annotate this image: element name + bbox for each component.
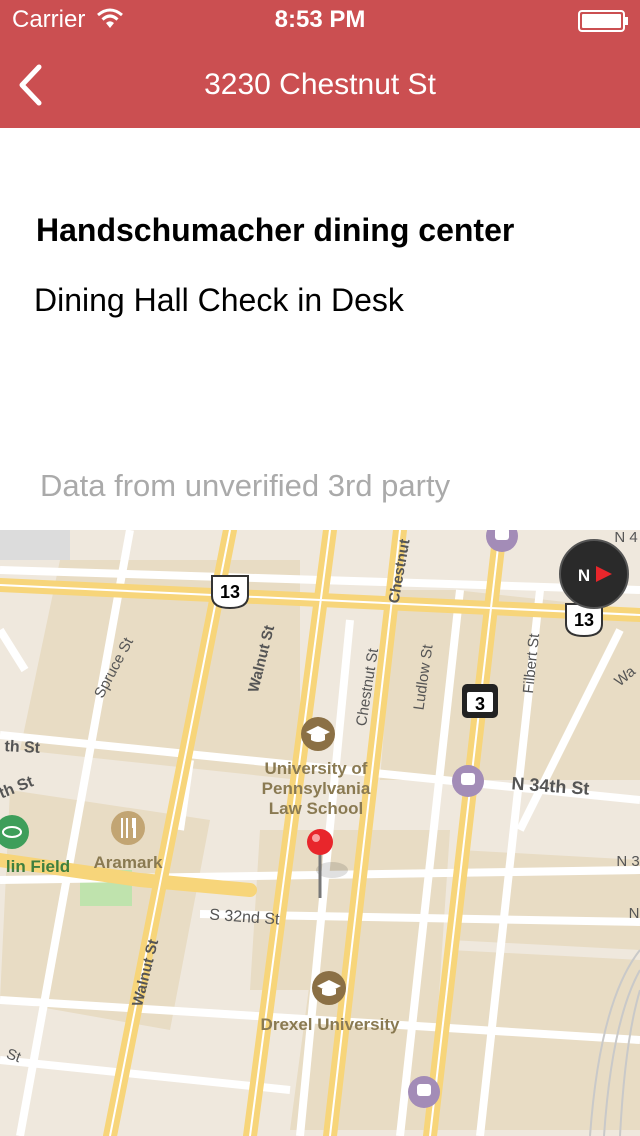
navigation-bar: Carrier 8:53 PM 3230 Chestnut St (0, 0, 640, 128)
svg-text:13: 13 (220, 582, 240, 602)
street-label-n: N (629, 905, 640, 922)
svg-text:13: 13 (574, 610, 594, 630)
street-label-n3: N 3 (616, 853, 639, 870)
place-description: Dining Hall Check in Desk (34, 282, 404, 318)
restaurant-icon[interactable] (111, 811, 145, 845)
place-label-penn-2: Pennsylvania (262, 779, 371, 798)
route-shield-us13: 13 (211, 575, 249, 610)
status-time: 8:53 PM (274, 6, 366, 33)
chevron-left-icon (19, 64, 42, 106)
battery-icon (578, 10, 630, 37)
university-icon[interactable] (312, 971, 346, 1005)
street-label-n4: N 4 (614, 530, 637, 546)
place-label-penn-1: University of (265, 759, 368, 778)
place-details: Handschumacher dining center Dining Hall… (0, 128, 640, 530)
nav-title: 3230 Chestnut St (204, 68, 436, 101)
place-label-aramark: Aramark (94, 853, 164, 872)
compass-n: N (578, 566, 590, 585)
map-view[interactable]: Chestnut Chestnut St Walnut St Walnut St… (0, 530, 640, 1136)
place-label-penn-3: Law School (269, 799, 363, 818)
place-name: Handschumacher dining center (36, 212, 515, 248)
back-button[interactable] (10, 58, 50, 112)
university-icon[interactable] (301, 717, 335, 751)
data-source-note: Data from unverified 3rd party (40, 468, 451, 503)
place-label-drexel: Drexel University (261, 1015, 400, 1034)
compass-icon[interactable]: N (559, 539, 629, 609)
transit-icon[interactable] (408, 1076, 440, 1108)
place-label-field: lin Field (6, 857, 70, 876)
transit-icon[interactable] (452, 765, 484, 797)
street-label-34th-west: th St (4, 738, 41, 757)
svg-text:3: 3 (475, 694, 485, 714)
route-shield-pa3: 3 (462, 684, 498, 718)
status-bar: Carrier 8:53 PM (0, 0, 640, 40)
